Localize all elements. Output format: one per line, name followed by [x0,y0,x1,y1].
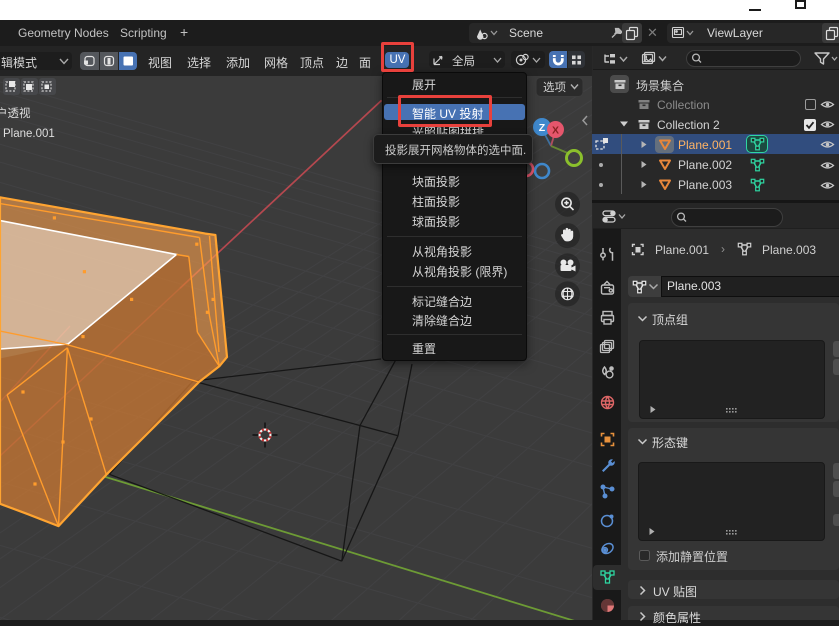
svg-text:X: X [552,125,559,137]
svg-text:Z: Z [539,122,546,134]
svg-text:户透视: 户透视 [0,106,31,120]
svg-text:选项: 选项 [543,81,566,94]
svg-text:Plane.001: Plane.001 [3,128,55,140]
